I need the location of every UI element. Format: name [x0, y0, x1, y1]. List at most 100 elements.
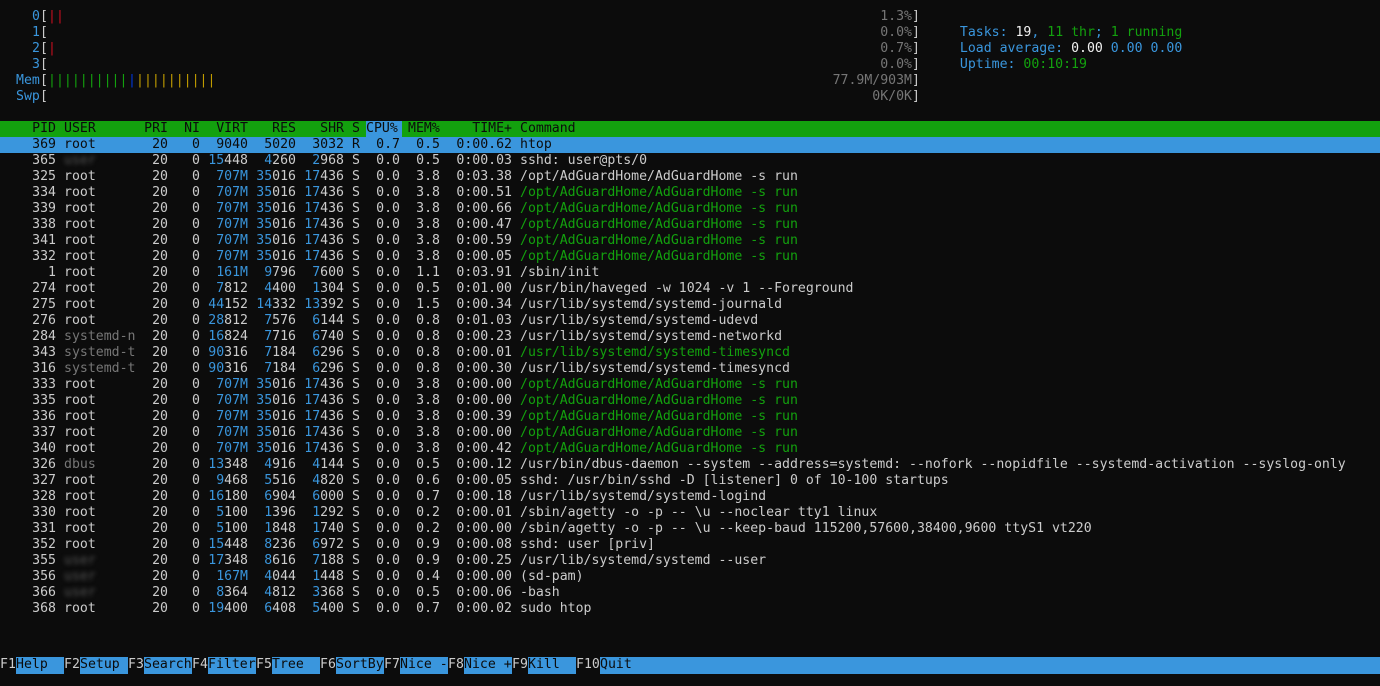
- fkey-f4[interactable]: F4: [192, 657, 208, 674]
- ni-cell: 0: [192, 505, 200, 520]
- pid-cell: 368: [32, 601, 56, 616]
- col-mem[interactable]: MEM%: [408, 121, 440, 137]
- process-row[interactable]: 325 root 20 0 707M 35016 17436 S 0.0 3.8 0:03.38/o…: [0, 169, 1380, 185]
- res-cell: 8616: [264, 553, 296, 568]
- process-row[interactable]: 356 user 20 0 167M 4044 1448 S 0.0 0.4 0:00.00 (sd-…: [0, 569, 1380, 585]
- pri-cell: 20: [152, 521, 168, 536]
- command-cell: /opt/AdGuardHome/AdGuardHome -s run: [520, 425, 798, 440]
- process-row[interactable]: 338 root 20 0 707M 35016 17436 S 0.0 3.8 0:00.47/o…: [0, 217, 1380, 233]
- process-row[interactable]: 337 root 20 0 707M 35016 17436 S 0.0 3.8 0:00.00/o…: [0, 425, 1380, 441]
- pid-cell: 316: [32, 361, 56, 376]
- process-row[interactable]: 355 user 20 0 17348 8616 7188 S 0.0 0.9 0:00.25/us…: [0, 553, 1380, 569]
- process-row[interactable]: 330 root 20 0 5100 1396 1292 S 0.0 0.2 0:00.01/sbi…: [0, 505, 1380, 521]
- col-time[interactable]: TIME+: [440, 121, 512, 137]
- state-cell: S: [352, 569, 360, 584]
- col-pri[interactable]: PRI: [136, 121, 168, 137]
- col-virt[interactable]: VIRT: [200, 121, 248, 137]
- fkey-f9[interactable]: F9: [512, 657, 528, 674]
- process-row[interactable]: 327 root 20 0 9468 5516 4820 S 0.0 0.6 0:00.05 sshd…: [0, 473, 1380, 489]
- process-row[interactable]: 1 root 20 0 161M 9796 7600 S 0.0 1.1 0:03.91/sbin/…: [0, 265, 1380, 281]
- pid-cell: 339: [32, 201, 56, 216]
- pid-cell: 334: [32, 185, 56, 200]
- process-row[interactable]: 341 root 20 0 707M 35016 17436 S 0.0 3.8 0:00.59/o…: [0, 233, 1380, 249]
- fkey-label-nice[interactable]: Nice -: [400, 657, 448, 674]
- fkey-f6[interactable]: F6: [320, 657, 336, 674]
- process-row[interactable]: 336 root 20 0 707M 35016 17436 S 0.0 3.8 0:00.39/o…: [0, 409, 1380, 425]
- col-shr[interactable]: SHR: [296, 121, 344, 137]
- process-row[interactable]: 275 root 20 0 44152 14332 13392 S 0.0 1.5 0:00.34 /…: [0, 297, 1380, 313]
- virt-cell: 28812: [208, 313, 248, 328]
- shr-cell: 6296: [312, 361, 344, 376]
- cpu-cell: 0.0: [376, 297, 400, 312]
- col-state[interactable]: S: [352, 121, 362, 137]
- process-row[interactable]: 368 root 20 0 19400 6408 5400 S 0.0 0.7 0:00.02 sud…: [0, 601, 1380, 617]
- column-header: PID USER PRI NI VIRT RES SHR S CPU% MEM%…: [0, 121, 1380, 137]
- col-res[interactable]: RES: [248, 121, 296, 137]
- process-row[interactable]: 335 root 20 0 707M 35016 17436 S 0.0 3.8 0:00.00/o…: [0, 393, 1380, 409]
- mem-cell: 3.8: [416, 425, 440, 440]
- fkey-f10[interactable]: F10: [576, 657, 600, 674]
- res-cell: 7716: [264, 329, 296, 344]
- fkey-label-kill[interactable]: Kill: [528, 657, 576, 674]
- ni-cell: 0: [192, 569, 200, 584]
- time-cell: 0:00.30: [456, 361, 512, 376]
- fkey-f5[interactable]: F5: [256, 657, 272, 674]
- user-cell: dbus: [64, 457, 96, 472]
- cpu-cell: 0.0: [376, 409, 400, 424]
- process-row[interactable]: 334 root 20 0 707M 35016 17436 S 0.0 3.8 0:00.51/o…: [0, 185, 1380, 201]
- process-row[interactable]: 328 root 20 0 16180 6904 6000 S 0.0 0.7 0:00.18/us…: [0, 489, 1380, 505]
- fkey-f3[interactable]: F3: [128, 657, 144, 674]
- fkey-f8[interactable]: F8: [448, 657, 464, 674]
- fkey-label-filter[interactable]: Filter: [208, 657, 256, 674]
- process-row[interactable]: 369 root 20 0 9040 5020 3032 R 0.7 0.5 0:00.62 htop: [0, 137, 1380, 153]
- process-row[interactable]: 276 root 20 0 28812 7576 6144 S 0.0 0.8 0:01.03/us…: [0, 313, 1380, 329]
- load-average: Load average: 0.00 0.00 0.00: [944, 25, 1182, 56]
- fkey-label-search[interactable]: Search: [144, 657, 192, 674]
- col-command[interactable]: Command: [520, 121, 576, 137]
- process-row[interactable]: 326 dbus 20 0 13348 4916 4144 S 0.0 0.5 0:00.12/us…: [0, 457, 1380, 473]
- mem-cell: 0.5: [416, 137, 440, 152]
- cpu-cell: 0.0: [376, 569, 400, 584]
- process-row[interactable]: 366 user 20 0 8364 4812 3368 S 0.0 0.5 0:00.06 -bas…: [0, 585, 1380, 601]
- fkey-label-setup[interactable]: Setup: [80, 657, 128, 674]
- process-row[interactable]: 274 root 20 0 7812 4400 1304 S 0.0 0.5 0:01.00/usr…: [0, 281, 1380, 297]
- process-row[interactable]: 352 root 20 0 15448 8236 6972 S 0.0 0.9 0:00.08 ssh…: [0, 537, 1380, 553]
- fkey-label-quit[interactable]: Quit: [600, 657, 648, 674]
- process-row[interactable]: 365 user 20 0 15448 4260 2968 S 0.0 0.5 0:00.03 ssh…: [0, 153, 1380, 169]
- res-cell: 4260: [264, 153, 296, 168]
- res-cell: 6408: [264, 601, 296, 616]
- ni-cell: 0: [192, 601, 200, 616]
- pid-cell: 336: [32, 409, 56, 424]
- cpu-cell: 0.0: [376, 457, 400, 472]
- shr-cell: 6000: [312, 489, 344, 504]
- ni-cell: 0: [192, 521, 200, 536]
- process-row[interactable]: 316 systemd-t 20 0 90316 7184 6296 S 0.0 0.8 0:00.…: [0, 361, 1380, 377]
- col-user[interactable]: USER: [64, 121, 96, 137]
- process-row[interactable]: 340 root 20 0 707M 35016 17436 S 0.0 3.8 0:00.42/o…: [0, 441, 1380, 457]
- process-row[interactable]: 331 root 20 0 5100 1848 1740 S 0.0 0.2 0:00.00/sbi…: [0, 521, 1380, 537]
- fkey-label-help[interactable]: Help: [16, 657, 64, 674]
- process-row[interactable]: 339 root 20 0 707M 35016 17436 S 0.0 3.8 0:00.66/o…: [0, 201, 1380, 217]
- user-cell: root: [64, 185, 96, 200]
- fkey-label-nice[interactable]: Nice +: [464, 657, 512, 674]
- user-cell: root: [64, 441, 96, 456]
- fkey-f1[interactable]: F1: [0, 657, 16, 674]
- fkey-label-sortby[interactable]: SortBy: [336, 657, 384, 674]
- time-cell: 0:00.08: [456, 537, 512, 552]
- col-cpu[interactable]: CPU%: [366, 121, 402, 137]
- process-row[interactable]: 343 systemd-t 20 0 90316 7184 6296 S 0.0 0.8 0:00.…: [0, 345, 1380, 361]
- pid-cell: 333: [32, 377, 56, 392]
- mem-cell: 0.7: [416, 489, 440, 504]
- fkey-label-tree[interactable]: Tree: [272, 657, 320, 674]
- col-pid[interactable]: PID: [0, 121, 56, 137]
- mem-cell: 3.8: [416, 393, 440, 408]
- fkey-f7[interactable]: F7: [384, 657, 400, 674]
- fkey-f2[interactable]: F2: [64, 657, 80, 674]
- load-5: 0.00: [1110, 41, 1143, 56]
- process-row[interactable]: 333 root 20 0 707M 35016 17436 S 0.0 3.8 0:00.00/o…: [0, 377, 1380, 393]
- process-row[interactable]: 284 systemd-n 20 0 16824 7716 6740 S 0.0 0.8 0:00.…: [0, 329, 1380, 345]
- shr-cell: 17436: [304, 409, 344, 424]
- process-row[interactable]: 332 root 20 0 707M 35016 17436 S 0.0 3.8 0:00.05/o…: [0, 249, 1380, 265]
- col-ni[interactable]: NI: [176, 121, 200, 137]
- ni-cell: 0: [192, 489, 200, 504]
